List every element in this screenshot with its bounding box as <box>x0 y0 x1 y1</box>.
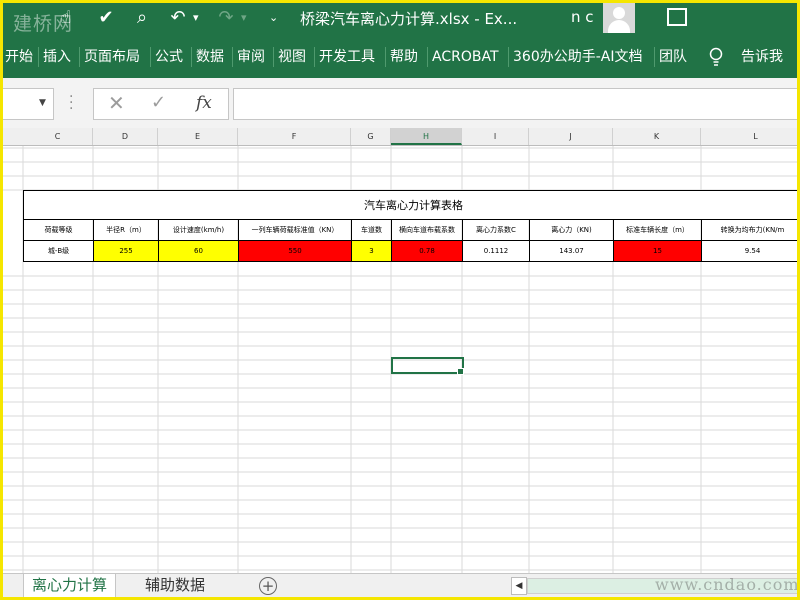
add-sheet-button[interactable]: + <box>259 577 277 595</box>
title-bar: 建桥网 ☝ ✔ ⌕ ↶ ▾ ↷ ▾ ⌄ 桥梁汽车离心力计算.xlsx - Ex.… <box>3 3 797 35</box>
spellcheck-icon[interactable]: ✔ <box>95 7 117 29</box>
column-header-l[interactable]: L <box>701 128 797 145</box>
cell-load-class[interactable]: 城-B级 <box>23 240 94 262</box>
tab-360-assistant[interactable]: 360办公助手-AI文档 <box>508 47 642 67</box>
watermark-url: www.cndao.com <box>655 575 800 594</box>
active-cell-selection[interactable] <box>391 357 464 374</box>
header-vehicle-load[interactable]: 一列车辆荷载标准值（KN） <box>238 219 352 241</box>
redo-icon: ↷ <box>218 7 234 28</box>
tab-review[interactable]: 审阅 <box>232 47 265 67</box>
cell-centrifugal-force[interactable]: 143.07 <box>529 240 614 262</box>
column-header-k[interactable]: K <box>613 128 701 145</box>
enter-icon[interactable]: ✓ <box>151 92 166 113</box>
ribbon-tab-bar: 开始 插入 页面布局 公式 数据 审阅 视图 开发工具 帮助 ACROBAT 3… <box>3 33 797 78</box>
column-header-c[interactable]: C <box>23 128 93 145</box>
tab-data[interactable]: 数据 <box>191 47 224 67</box>
formula-bar: ▼ · · · ✕ ✓ fx <box>3 78 797 128</box>
undo-icon[interactable]: ↶ <box>167 7 189 29</box>
table-title[interactable]: 汽车离心力计算表格 <box>23 190 797 220</box>
header-lane-count[interactable]: 车道数 <box>351 219 392 241</box>
tab-formulas[interactable]: 公式 <box>150 47 183 67</box>
insert-function-icon[interactable]: fx <box>196 93 212 113</box>
column-header-e[interactable]: E <box>158 128 238 145</box>
column-header-i[interactable]: I <box>462 128 529 145</box>
formula-bar-grip-icon[interactable]: · · · <box>69 90 73 116</box>
tab-help[interactable]: 帮助 <box>385 47 418 67</box>
tab-page-layout[interactable]: 页面布局 <box>79 47 140 67</box>
name-box[interactable] <box>3 88 54 120</box>
lightbulb-icon[interactable] <box>709 47 723 67</box>
header-radius[interactable]: 半径R（m） <box>93 219 159 241</box>
column-header-h[interactable]: H <box>391 128 462 145</box>
formula-input[interactable] <box>233 88 797 120</box>
sheet-tab-centrifugal[interactable]: 离心力计算 <box>23 574 117 597</box>
cancel-icon[interactable]: ✕ <box>108 91 125 115</box>
sheet-tab-auxiliary[interactable]: 辅助数据 <box>137 574 213 597</box>
cell-force-coefficient[interactable]: 0.1112 <box>462 240 530 262</box>
tab-view[interactable]: 视图 <box>273 47 306 67</box>
name-box-dropdown-icon[interactable]: ▼ <box>39 98 46 108</box>
redo-dropdown-icon: ▾ <box>241 11 247 24</box>
user-name[interactable]: n c <box>571 8 594 26</box>
tab-insert[interactable]: 插入 <box>38 47 71 67</box>
worksheet-grid[interactable]: C D E F G H I J K L 汽车离心力计算表格 荷载等级 半径R（m… <box>3 128 797 573</box>
column-header-g[interactable]: G <box>351 128 391 145</box>
column-header-d[interactable]: D <box>93 128 158 145</box>
header-distributed-force[interactable]: 转换为均布力(KN/m <box>701 219 797 241</box>
scroll-left-icon[interactable]: ◀ <box>511 577 527 595</box>
tab-acrobat[interactable]: ACROBAT <box>427 47 499 67</box>
column-header-f[interactable]: F <box>238 128 351 145</box>
cell-vehicle-load[interactable]: 550 <box>238 240 352 262</box>
formula-tools: ✕ ✓ fx <box>93 88 229 120</box>
cell-design-speed[interactable]: 60 <box>158 240 239 262</box>
avatar-icon[interactable] <box>603 3 635 33</box>
cell-lane-factor[interactable]: 0.78 <box>391 240 463 262</box>
excel-window: 建桥网 ☝ ✔ ⌕ ↶ ▾ ↷ ▾ ⌄ 桥梁汽车离心力计算.xlsx - Ex.… <box>0 0 800 600</box>
centrifugal-force-table: 汽车离心力计算表格 荷载等级 半径R（m） 设计速度(km/h) 一列车辆荷载标… <box>23 190 797 262</box>
touch-mode-icon[interactable]: ☝ <box>55 7 77 29</box>
sheet-tab-bar: 离心力计算 辅助数据 + ◀ www.cndao.com <box>3 573 800 597</box>
header-force-coefficient[interactable]: 离心力系数C <box>462 219 530 241</box>
header-lane-factor[interactable]: 横向车道布载系数 <box>391 219 463 241</box>
print-preview-icon[interactable]: ⌕ <box>131 7 153 29</box>
header-load-class[interactable]: 荷载等级 <box>23 219 94 241</box>
cell-radius[interactable]: 255 <box>93 240 159 262</box>
header-design-speed[interactable]: 设计速度(km/h) <box>158 219 239 241</box>
tab-team[interactable]: 团队 <box>654 47 687 67</box>
header-centrifugal-force[interactable]: 离心力（KN) <box>529 219 614 241</box>
undo-dropdown-icon[interactable]: ▾ <box>193 11 199 24</box>
header-vehicle-length[interactable]: 标准车辆长度（m） <box>613 219 702 241</box>
fill-handle[interactable] <box>457 368 464 375</box>
customize-toolbar-icon[interactable]: ⌄ <box>269 11 278 24</box>
document-title: 桥梁汽车离心力计算.xlsx - Ex... <box>300 10 518 28</box>
tab-developer[interactable]: 开发工具 <box>314 47 375 67</box>
tell-me-search[interactable]: 告诉我 <box>737 47 783 67</box>
cell-lane-count[interactable]: 3 <box>351 240 392 262</box>
ribbon-display-options-icon[interactable] <box>667 8 687 26</box>
column-header-row: C D E F G H I J K L <box>3 128 797 146</box>
column-header-j[interactable]: J <box>529 128 613 145</box>
tab-home[interactable]: 开始 <box>3 47 33 67</box>
cell-vehicle-length[interactable]: 15 <box>613 240 702 262</box>
cell-distributed-force[interactable]: 9.54 <box>701 240 797 262</box>
